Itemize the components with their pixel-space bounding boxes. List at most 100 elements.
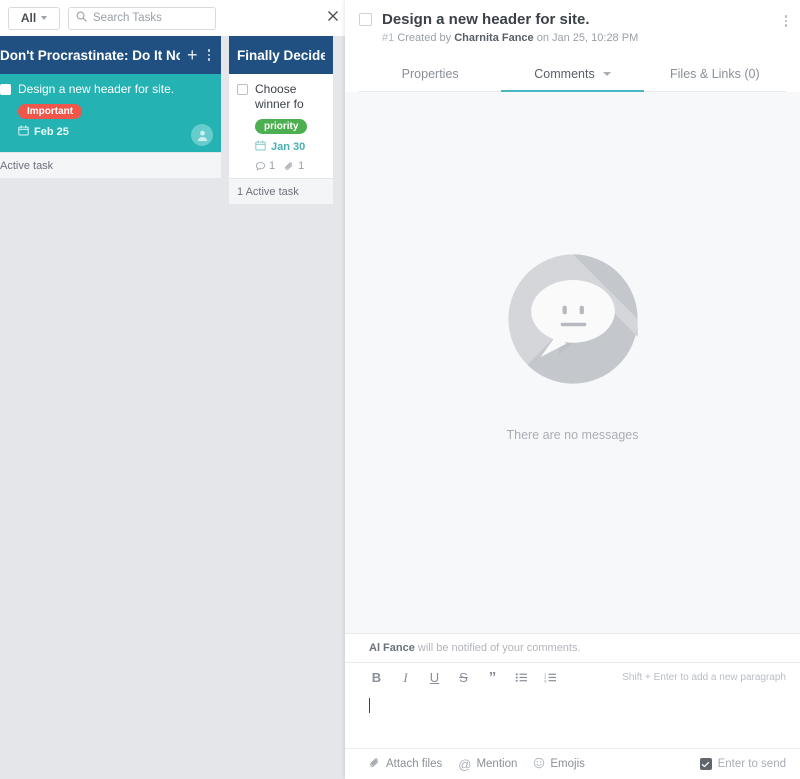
- task-tag-priority[interactable]: priority: [255, 119, 307, 134]
- italic-button[interactable]: I: [398, 669, 413, 686]
- search-icon: [76, 9, 87, 27]
- panel-tabs: Properties Comments Files & Links (0): [359, 58, 786, 92]
- paperclip-icon: [284, 161, 295, 172]
- app-root: All Don't Procrastinate: Do It Now! +: [0, 0, 800, 779]
- tab-comments-label: Comments: [534, 67, 594, 81]
- bold-glyph: B: [372, 670, 381, 685]
- quote-button[interactable]: ”: [485, 669, 500, 686]
- calendar-icon: [18, 125, 29, 139]
- text-caret: [369, 698, 370, 713]
- emojis-label: Emojis: [550, 758, 585, 770]
- empty-state-text: There are no messages: [506, 428, 638, 442]
- tab-files-links-label: Files & Links (0): [670, 67, 760, 81]
- created-prefix: Created by: [397, 32, 451, 44]
- board-column-procrastinate: Don't Procrastinate: Do It Now! + Design…: [0, 36, 221, 204]
- tab-comments[interactable]: Comments: [501, 58, 643, 92]
- comment-count: 1: [255, 160, 275, 172]
- composer-actions: Attach files @ Mention Emojis: [345, 748, 800, 779]
- column-footer-label: Active task: [0, 160, 53, 172]
- italic-glyph: I: [403, 670, 407, 686]
- task-checkbox[interactable]: [237, 84, 248, 95]
- add-task-button[interactable]: +: [180, 46, 205, 64]
- task-detail-panel: Design a new header for site. #1 Created…: [345, 0, 800, 779]
- created-timestamp: on Jan 25, 10:28 PM: [537, 32, 639, 44]
- created-author: Charnita Fance: [454, 32, 533, 44]
- task-due-date: Feb 25: [18, 125, 211, 139]
- quote-glyph: ”: [489, 669, 497, 686]
- search-input[interactable]: [93, 12, 208, 24]
- smiley-icon: [533, 757, 545, 772]
- comment-count-label: 1: [269, 160, 275, 172]
- column-body: Choose winner fo priority: [229, 74, 333, 204]
- filter-dropdown-label: All: [21, 11, 36, 25]
- search-box[interactable]: [68, 7, 216, 30]
- notify-bar: Al Fance will be notified of your commen…: [345, 633, 800, 662]
- enter-to-send-toggle[interactable]: Enter to send: [700, 758, 786, 770]
- page-title: Design a new header for site.: [382, 10, 590, 29]
- chevron-down-icon: [603, 72, 611, 76]
- column-title: Don't Procrastinate: Do It Now!: [0, 48, 180, 63]
- task-tag-important[interactable]: Important: [18, 104, 82, 119]
- task-card-counts: 1 1: [255, 160, 323, 172]
- task-complete-checkbox[interactable]: [359, 13, 372, 26]
- task-checkbox[interactable]: [0, 84, 11, 95]
- bold-button[interactable]: B: [369, 669, 384, 686]
- editor-hint: Shift + Enter to add a new paragraph: [622, 672, 786, 683]
- task-due-date: Jan 30: [255, 140, 323, 154]
- paperclip-icon: [369, 757, 381, 772]
- user-avatar-icon[interactable]: [191, 124, 213, 146]
- emojis-button[interactable]: Emojis: [533, 757, 585, 772]
- check-icon: [701, 760, 710, 769]
- underline-button[interactable]: U: [427, 669, 442, 686]
- chevron-down-icon: [41, 16, 47, 20]
- column-menu-button[interactable]: [205, 49, 214, 61]
- panel-menu-button[interactable]: [782, 12, 791, 30]
- notify-text: will be notified of your comments.: [415, 642, 581, 654]
- task-card-title: Choose winner fo: [255, 82, 323, 112]
- empty-state: There are no messages: [497, 243, 649, 442]
- task-number: #1: [382, 32, 394, 44]
- comment-icon: [255, 161, 266, 172]
- board-column-finally-decided: Finally Decided to G Choose winner fo pr…: [229, 36, 333, 204]
- notify-user-name: Al Fance: [369, 642, 415, 654]
- task-due-date-label: Feb 25: [34, 126, 69, 138]
- enter-to-send-checkbox[interactable]: [700, 758, 712, 770]
- task-due-date-label: Jan 30: [271, 141, 305, 153]
- bullet-list-button[interactable]: [514, 669, 529, 686]
- mention-button[interactable]: @ Mention: [458, 757, 517, 772]
- panel-header: Design a new header for site. #1 Created…: [345, 0, 800, 92]
- underline-glyph: U: [430, 670, 439, 685]
- numbered-list-button[interactable]: 1 2 3: [543, 669, 558, 686]
- attach-files-label: Attach files: [386, 758, 442, 770]
- column-footer: 1 Active task: [229, 178, 333, 204]
- task-meta: #1 Created by Charnita Fance on Jan 25, …: [382, 32, 786, 44]
- board-columns: Don't Procrastinate: Do It Now! + Design…: [0, 36, 333, 204]
- column-header: Don't Procrastinate: Do It Now! +: [0, 36, 221, 74]
- close-panel-button[interactable]: [320, 0, 345, 36]
- column-footer: Active task: [0, 152, 221, 178]
- strikethrough-glyph: S: [459, 670, 468, 685]
- no-messages-illustration: [497, 243, 649, 400]
- mention-label: Mention: [476, 758, 517, 770]
- comments-body: There are no messages: [345, 92, 800, 633]
- enter-to-send-label: Enter to send: [718, 758, 786, 770]
- svg-text:3: 3: [544, 679, 547, 684]
- close-icon: [327, 9, 339, 27]
- tab-files-links[interactable]: Files & Links (0): [644, 58, 786, 92]
- column-title: Finally Decided to G: [237, 48, 325, 63]
- format-toolbar: B I U S ” 1 2: [345, 662, 800, 692]
- comment-input[interactable]: [345, 692, 800, 748]
- attachment-count: 1: [284, 160, 304, 172]
- attach-files-button[interactable]: Attach files: [369, 757, 442, 772]
- task-card-choose-winner[interactable]: Choose winner fo priority: [229, 74, 333, 178]
- column-footer-label: 1 Active task: [237, 186, 299, 198]
- tab-properties[interactable]: Properties: [359, 58, 501, 92]
- calendar-icon: [255, 140, 266, 154]
- task-card-title: Design a new header for site.: [18, 82, 174, 97]
- attachment-count-label: 1: [298, 160, 304, 172]
- filter-dropdown[interactable]: All: [8, 7, 60, 30]
- column-header: Finally Decided to G: [229, 36, 333, 74]
- task-card-design-header[interactable]: Design a new header for site. Important: [0, 74, 221, 152]
- strikethrough-button[interactable]: S: [456, 669, 471, 686]
- column-body: Design a new header for site. Important: [0, 74, 221, 178]
